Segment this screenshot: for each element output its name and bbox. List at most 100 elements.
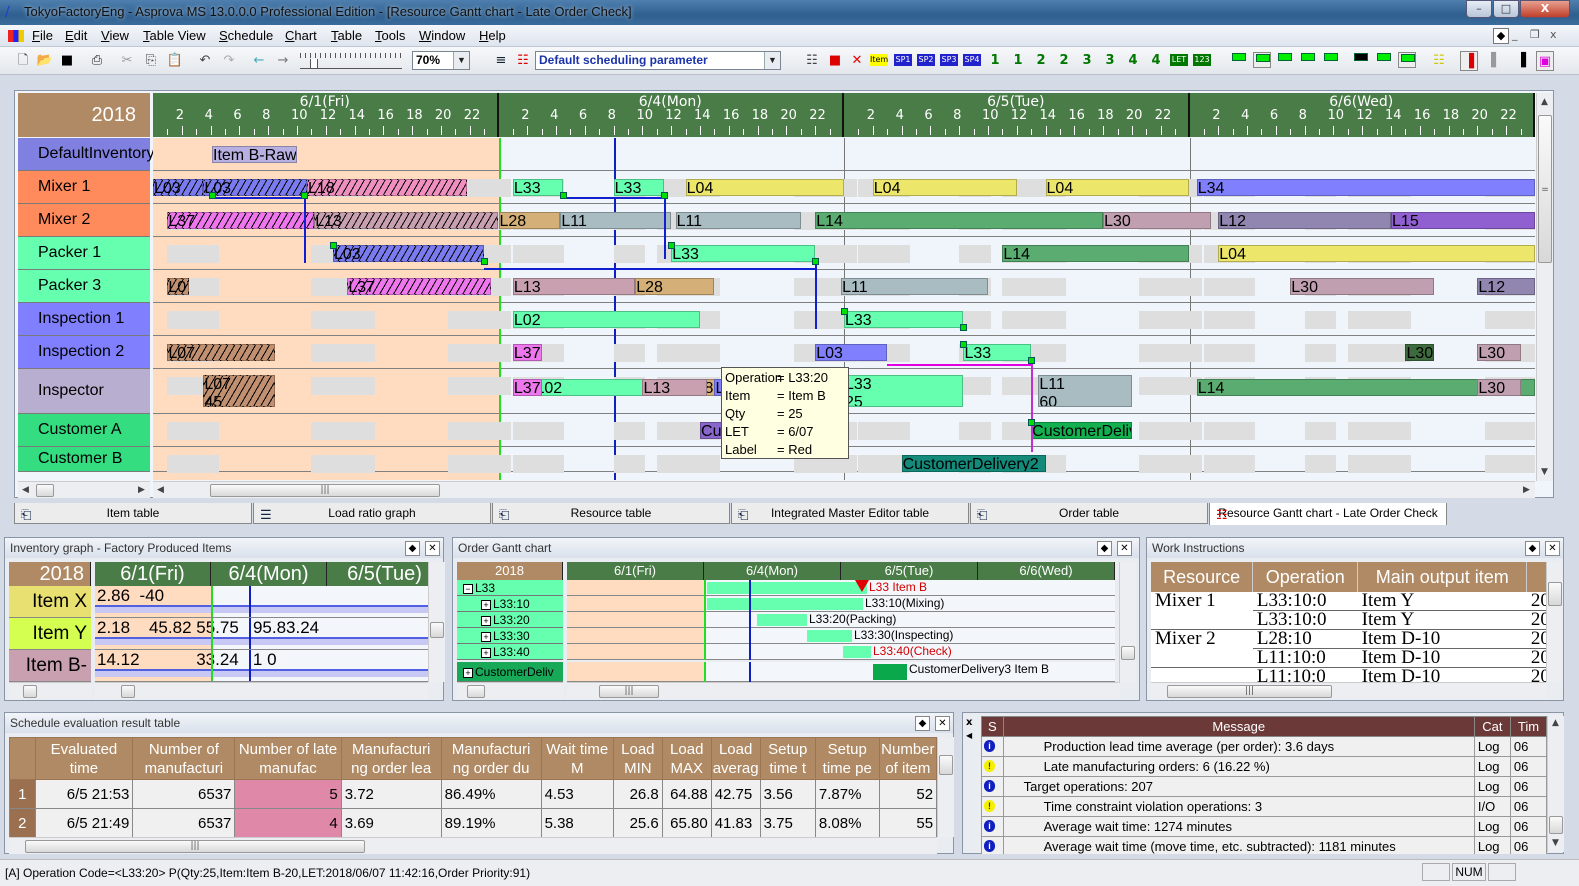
operation-bar[interactable]: L03 xyxy=(203,179,308,196)
column-header[interactable]: S xyxy=(981,716,1004,737)
resource-label[interactable]: Inspector xyxy=(18,369,150,414)
operation-bar[interactable]: L30 xyxy=(1290,278,1435,295)
order-tree-item[interactable]: + L33:20 xyxy=(457,612,563,628)
order-gantt-vertical-scrollbar[interactable] xyxy=(1119,562,1136,682)
inventory-vertical-scrollbar[interactable] xyxy=(428,562,445,682)
tab-resource-gantt-chart-late-order-check[interactable]: ☷ Resource Gantt chart - Late Order Check xyxy=(1209,503,1447,525)
backward-1-icon[interactable]: 1 xyxy=(1009,51,1027,71)
order-bar[interactable] xyxy=(843,646,871,658)
operation-bar[interactable]: L04 xyxy=(685,179,844,196)
operation-bar[interactable]: L07 xyxy=(167,278,189,295)
order-tree-item[interactable]: + L33:40 xyxy=(457,644,563,660)
operation-bar[interactable]: L11 xyxy=(560,212,672,229)
order-bar[interactable] xyxy=(707,582,867,594)
resource-label[interactable]: Mixer 2 xyxy=(18,204,150,237)
tab-order-table[interactable]: ⎗ Order table xyxy=(970,503,1208,524)
child-close-button[interactable]: x xyxy=(1550,28,1557,41)
dispatch-sp3-icon[interactable]: SP3 xyxy=(940,54,958,66)
pin-icon[interactable]: ◆ xyxy=(405,541,420,556)
gantt-vertical-scrollbar[interactable]: ▲ = ▼ xyxy=(1536,93,1553,481)
gantt-view-2-icon[interactable] xyxy=(1253,52,1271,68)
gantt-view-6-icon[interactable] xyxy=(1352,52,1370,68)
forward-4-icon[interactable]: 4 xyxy=(1124,51,1142,71)
order-tree-item[interactable]: − L33 xyxy=(457,580,563,596)
evaluation-horizontal-scrollbar[interactable]: ||| xyxy=(9,837,937,854)
column-header[interactable]: Resource xyxy=(1151,562,1254,592)
operation-bar[interactable]: CustomerDelivery3 xyxy=(1031,422,1132,439)
label-scrollbar[interactable]: ◀ ▶ xyxy=(18,481,150,498)
schedule-param-edit-icon[interactable]: ☷ xyxy=(514,51,532,71)
backward-2-icon[interactable]: 2 xyxy=(1055,51,1073,71)
dispatch-sp2-icon[interactable]: SP2 xyxy=(917,54,935,66)
close-icon[interactable]: ✕ xyxy=(1545,541,1560,556)
order-tree-item[interactable]: + CustomerDeliv xyxy=(457,662,563,682)
forward-3-icon[interactable]: 3 xyxy=(1078,51,1096,71)
message-row[interactable]: i Average wait time: 1274 minutes Log 06 xyxy=(981,816,1547,837)
operation-bar[interactable]: Item B-Raw xyxy=(212,146,297,163)
numbering-icon[interactable]: 123 xyxy=(1193,54,1211,66)
column-header[interactable]: Tim xyxy=(1509,716,1547,737)
layout-icon[interactable]: ☷ xyxy=(1430,51,1448,71)
column-header[interactable]: Message xyxy=(1002,716,1475,737)
operation-bar[interactable]: L12 xyxy=(1477,278,1535,295)
color-legend-icon[interactable]: ▐ xyxy=(1512,51,1530,71)
operation-bar[interactable]: L33 xyxy=(512,179,564,196)
column-header[interactable]: Wait time M xyxy=(540,737,614,780)
forward-2-icon[interactable]: 2 xyxy=(1032,51,1050,71)
resource-label[interactable]: DefaultInventory xyxy=(18,138,155,171)
open-icon[interactable]: 📂 xyxy=(36,51,54,71)
operation-bar[interactable]: L37 xyxy=(512,344,542,361)
column-header[interactable]: Number of item xyxy=(878,737,937,780)
operation-bar[interactable]: L03 xyxy=(332,245,485,262)
tab-resource-table[interactable]: ⎗ Resource table xyxy=(492,503,730,524)
inventory-item-label[interactable]: Item X xyxy=(9,586,91,618)
operation-bar[interactable]: L11 xyxy=(841,278,988,295)
order-bar[interactable] xyxy=(757,614,807,626)
column-header[interactable]: Manufacturi ng order du xyxy=(440,737,542,780)
new-icon[interactable]: 🗋 xyxy=(14,51,32,71)
operation-bar[interactable]: L28 xyxy=(635,278,715,295)
wi-row[interactable]: L11:10:0Item D-102018/06 xyxy=(1151,648,1546,668)
zoom-slider-thumb[interactable] xyxy=(310,59,318,69)
order-label-scrollbar[interactable] xyxy=(457,682,563,699)
dispatch-sp1-icon[interactable]: SP1 xyxy=(894,54,912,66)
menu-edit[interactable]: Edit xyxy=(65,28,87,43)
pin-icon[interactable]: ◆ xyxy=(1493,28,1509,44)
close-button[interactable]: X xyxy=(1520,0,1570,18)
gantt-view-1-icon[interactable] xyxy=(1230,52,1248,68)
gantt-view-7-icon[interactable] xyxy=(1375,52,1393,68)
resource-label[interactable]: Customer A xyxy=(18,414,150,447)
gantt-view-3-icon[interactable] xyxy=(1276,52,1294,68)
operation-bar[interactable]: L11 60 xyxy=(1038,375,1132,407)
zoom-select[interactable]: 70% ▼ xyxy=(412,51,470,70)
evaluation-row[interactable]: 1 6/5 21:53 6537 5 3.72 86.49% 4.53 26.8 64.88 42… xyxy=(9,779,937,809)
resource-label[interactable]: Mixer 1 xyxy=(18,171,150,204)
message-row[interactable]: i Average wait time (move time, etc. subt… xyxy=(981,836,1547,854)
gantt-view-5-icon[interactable] xyxy=(1322,52,1340,68)
color-settings-icon[interactable]: ▣ xyxy=(1536,51,1554,71)
maximize-button[interactable]: □ xyxy=(1493,0,1519,18)
redo-icon[interactable]: ↷ xyxy=(220,51,238,71)
operation-bar[interactable]: L03 xyxy=(153,179,204,196)
wi-vertical-scrollbar[interactable] xyxy=(1546,562,1563,682)
back-icon[interactable]: ← xyxy=(250,51,268,71)
wi-row[interactable]: L11:10:0Item D-102018/06 xyxy=(1151,667,1546,682)
column-header[interactable]: Number of late manufac xyxy=(234,737,342,780)
inventory-horizontal-scrollbar[interactable] xyxy=(95,682,428,699)
expand-icon[interactable]: + xyxy=(481,616,491,626)
operation-bar[interactable]: L07 45 xyxy=(203,375,276,407)
operation-bar[interactable]: L13 xyxy=(642,379,708,396)
operation-bar[interactable]: L30 xyxy=(1477,344,1521,361)
column-header[interactable]: Setup time t xyxy=(759,737,816,780)
message-row[interactable]: ! Late manufacturing orders: 6 (16.22 %) L… xyxy=(981,756,1547,777)
close-icon[interactable]: x xyxy=(966,717,972,728)
operation-bar[interactable]: L28 xyxy=(498,212,561,229)
order-gantt-horizontal-scrollbar[interactable]: ||| xyxy=(567,682,1120,699)
close-icon[interactable]: ✕ xyxy=(1117,541,1132,556)
inventory-item-label[interactable]: Item Y xyxy=(9,618,91,650)
resource-label[interactable]: Inspection 2 xyxy=(18,336,150,369)
column-header[interactable]: Load MAX xyxy=(661,737,712,780)
order-bar[interactable] xyxy=(707,598,863,610)
operation-bar[interactable]: L33 xyxy=(613,179,665,196)
operation-bar[interactable]: L30 xyxy=(1405,344,1435,361)
